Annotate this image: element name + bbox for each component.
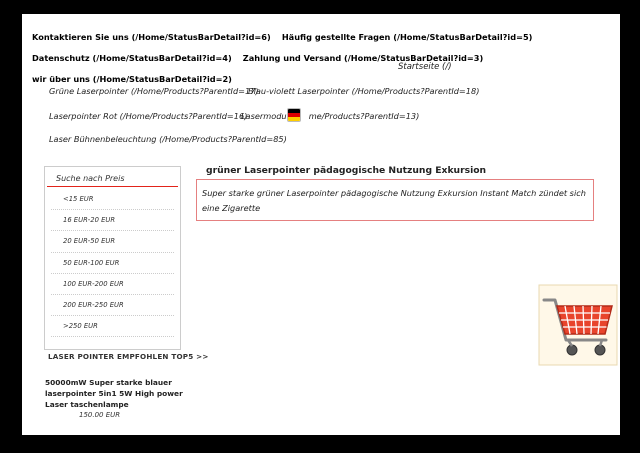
shopping-cart-icon[interactable] — [538, 284, 618, 366]
price-filter-sidebar: Suche nach Preis <15 EUR 16 EUR-20 EUR 2… — [44, 166, 181, 350]
nav-laser-module-label-end: me/Products?ParentId=13) — [308, 111, 420, 121]
product-name-link[interactable]: 50000mW Super starke blauer laserpointer… — [45, 377, 191, 411]
price-filter-item[interactable]: 200 EUR-250 EUR — [51, 295, 174, 317]
price-filter-item[interactable]: 50 EUR-100 EUR — [51, 253, 174, 274]
contact-link[interactable]: Kontaktieren Sie uns (/Home/StatusBarDet… — [32, 29, 271, 46]
price-filter-item[interactable]: 16 EUR-20 EUR — [51, 210, 174, 232]
sidebar-title: Suche nach Preis — [56, 174, 125, 183]
nav-green-laserpointer[interactable]: Grüne Laserpointer (/Home/Products?Paren… — [49, 86, 259, 96]
page-title: grüner Laserpointer pädagogische Nutzung… — [206, 165, 487, 176]
top-links: Kontaktieren Sie uns (/Home/StatusBarDet… — [32, 25, 617, 88]
flag-icon[interactable] — [287, 108, 301, 122]
description-box: Super starke grüner Laserpointer pädagog… — [196, 179, 594, 221]
price-filter-list: <15 EUR 16 EUR-20 EUR 20 EUR-50 EUR 50 E… — [45, 189, 180, 338]
privacy-link[interactable]: Datenschutz (/Home/StatusBarDetail?id=4) — [32, 50, 232, 67]
page-content: Kontaktieren Sie uns (/Home/StatusBarDet… — [22, 14, 620, 435]
recommended-top5-link[interactable]: LASER POINTER EMPFOHLEN TOP5 >> — [48, 352, 209, 361]
price-filter-item[interactable]: <15 EUR — [51, 189, 174, 211]
price-filter-item[interactable]: >250 EUR — [51, 316, 174, 338]
sidebar-divider — [47, 186, 178, 187]
price-filter-item[interactable]: 20 EUR-50 EUR — [51, 231, 174, 253]
nav-red-laserpointer[interactable]: Laserpointer Rot (/Home/Products?ParentI… — [49, 111, 247, 121]
nav-blue-violet-laserpointer[interactable]: Blau-violett Laserpointer (/Home/Product… — [248, 86, 479, 96]
description-text: Super starke grüner Laserpointer pädagog… — [202, 188, 586, 213]
faq-link[interactable]: Häufig gestellte Fragen (/Home/StatusBar… — [282, 29, 533, 46]
nav-stage-lighting[interactable]: Laser Bühnenbeleuchtung (/Home/Products?… — [49, 134, 287, 144]
nav-laser-module[interactable]: Lasermodul (me/Products?ParentId=13) — [241, 111, 419, 121]
product-price: 150.00 EUR — [79, 411, 121, 419]
home-link[interactable]: Startseite (/) — [398, 62, 452, 72]
price-filter-item[interactable]: 100 EUR-200 EUR — [51, 274, 174, 295]
